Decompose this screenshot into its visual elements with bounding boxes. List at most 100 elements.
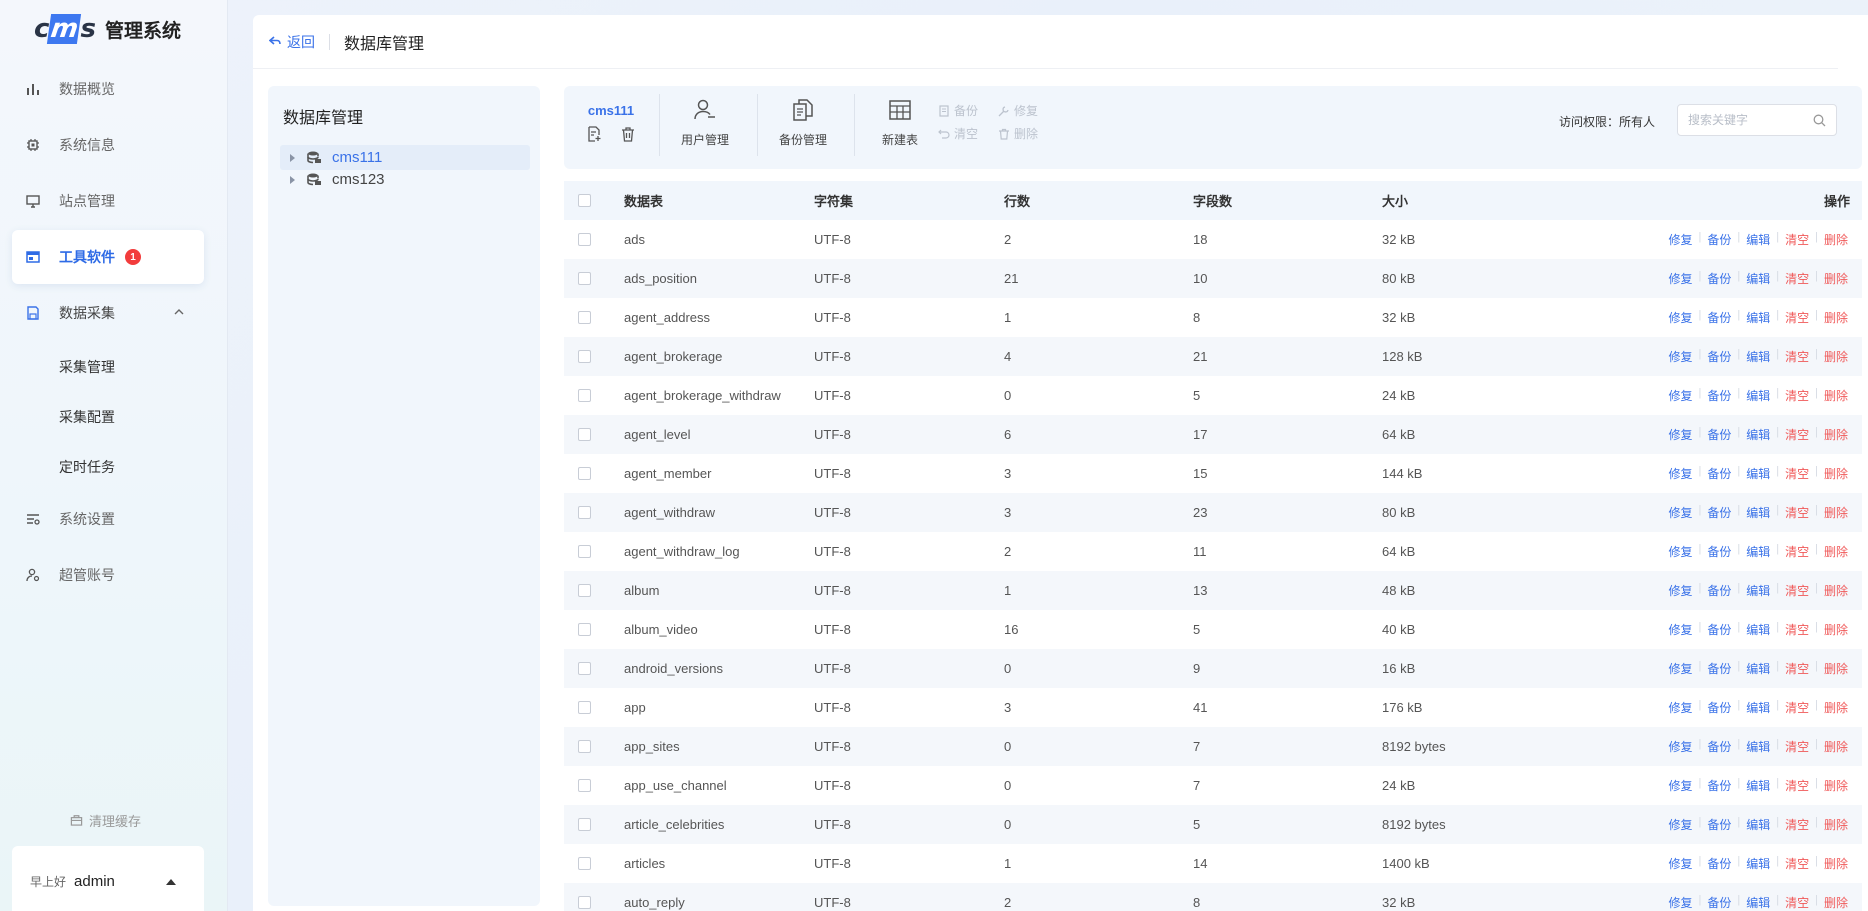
clear-link[interactable]: 清空 <box>1785 777 1809 794</box>
row-checkbox[interactable] <box>578 428 591 441</box>
repair-link[interactable]: 修复 <box>1668 309 1692 326</box>
clear-link[interactable]: 清空 <box>1785 231 1809 248</box>
delete-link[interactable]: 删除 <box>1824 699 1848 716</box>
clear-link[interactable]: 清空 <box>1785 660 1809 677</box>
delete-link[interactable]: 删除 <box>1824 426 1848 443</box>
backup-link[interactable]: 备份 <box>1707 738 1731 755</box>
edit-link[interactable]: 编辑 <box>1746 738 1770 755</box>
sidebar-item-super-admin[interactable]: 超管账号 <box>12 548 204 602</box>
sidebar-item-tools[interactable]: 工具软件 1 <box>12 230 204 284</box>
row-checkbox[interactable] <box>578 545 591 558</box>
sidebar-item-system-info[interactable]: 系统信息 <box>12 118 204 172</box>
sidebar-subitem-scheduled-tasks[interactable]: 定时任务 <box>12 442 204 492</box>
sidebar-subitem-collection-config[interactable]: 采集配置 <box>12 392 204 442</box>
select-all-checkbox[interactable] <box>578 194 591 207</box>
row-checkbox[interactable] <box>578 584 591 597</box>
clear-link[interactable]: 清空 <box>1785 582 1809 599</box>
sidebar-subitem-collection-mgmt[interactable]: 采集管理 <box>12 342 204 392</box>
new-table-button[interactable]: 新建表 <box>864 97 936 148</box>
search-box[interactable] <box>1677 104 1837 136</box>
edit-link[interactable]: 编辑 <box>1746 816 1770 833</box>
backup-link[interactable]: 备份 <box>1707 816 1731 833</box>
repair-link[interactable]: 修复 <box>1668 660 1692 677</box>
delete-link[interactable]: 删除 <box>1824 309 1848 326</box>
clear-link[interactable]: 清空 <box>1785 309 1809 326</box>
clear-button-disabled[interactable]: 清空 <box>938 125 978 142</box>
trash-icon[interactable] <box>620 126 636 145</box>
repair-link[interactable]: 修复 <box>1668 231 1692 248</box>
delete-link[interactable]: 删除 <box>1824 582 1848 599</box>
sidebar-item-site-mgmt[interactable]: 站点管理 <box>12 174 204 228</box>
delete-link[interactable]: 删除 <box>1824 270 1848 287</box>
row-checkbox[interactable] <box>578 350 591 363</box>
row-checkbox[interactable] <box>578 779 591 792</box>
delete-link[interactable]: 删除 <box>1824 660 1848 677</box>
edit-link[interactable]: 编辑 <box>1746 348 1770 365</box>
delete-link[interactable]: 删除 <box>1824 504 1848 521</box>
backup-link[interactable]: 备份 <box>1707 309 1731 326</box>
back-button[interactable]: 返回 <box>268 32 315 52</box>
backup-link[interactable]: 备份 <box>1707 270 1731 287</box>
user-management-button[interactable]: 用户管理 <box>669 97 741 148</box>
edit-link[interactable]: 编辑 <box>1746 465 1770 482</box>
clear-link[interactable]: 清空 <box>1785 855 1809 872</box>
delete-link[interactable]: 删除 <box>1824 231 1848 248</box>
backup-link[interactable]: 备份 <box>1707 855 1731 872</box>
caret-right-icon[interactable] <box>290 153 295 162</box>
clear-link[interactable]: 清空 <box>1785 348 1809 365</box>
row-checkbox[interactable] <box>578 272 591 285</box>
row-checkbox[interactable] <box>578 233 591 246</box>
backup-link[interactable]: 备份 <box>1707 348 1731 365</box>
edit-link[interactable]: 编辑 <box>1746 582 1770 599</box>
sidebar-item-data-overview[interactable]: 数据概览 <box>12 62 204 116</box>
repair-button-disabled[interactable]: 修复 <box>998 102 1038 119</box>
backup-link[interactable]: 备份 <box>1707 777 1731 794</box>
edit-link[interactable]: 编辑 <box>1746 894 1770 911</box>
delete-link[interactable]: 删除 <box>1824 777 1848 794</box>
row-checkbox[interactable] <box>578 896 591 909</box>
clear-link[interactable]: 清空 <box>1785 543 1809 560</box>
backup-link[interactable]: 备份 <box>1707 543 1731 560</box>
edit-link[interactable]: 编辑 <box>1746 699 1770 716</box>
clear-link[interactable]: 清空 <box>1785 270 1809 287</box>
clear-link[interactable]: 清空 <box>1785 699 1809 716</box>
row-checkbox[interactable] <box>578 311 591 324</box>
delete-link[interactable]: 删除 <box>1824 816 1848 833</box>
search-input[interactable] <box>1688 113 1808 127</box>
delete-link[interactable]: 删除 <box>1824 738 1848 755</box>
edit-link[interactable]: 编辑 <box>1746 504 1770 521</box>
backup-link[interactable]: 备份 <box>1707 621 1731 638</box>
clear-link[interactable]: 清空 <box>1785 504 1809 521</box>
backup-link[interactable]: 备份 <box>1707 426 1731 443</box>
delete-button-disabled[interactable]: 删除 <box>998 125 1038 142</box>
edit-link[interactable]: 编辑 <box>1746 621 1770 638</box>
row-checkbox[interactable] <box>578 389 591 402</box>
edit-link[interactable]: 编辑 <box>1746 855 1770 872</box>
repair-link[interactable]: 修复 <box>1668 543 1692 560</box>
backup-button-disabled[interactable]: 备份 <box>938 102 978 119</box>
backup-link[interactable]: 备份 <box>1707 699 1731 716</box>
repair-link[interactable]: 修复 <box>1668 738 1692 755</box>
repair-link[interactable]: 修复 <box>1668 816 1692 833</box>
backup-link[interactable]: 备份 <box>1707 504 1731 521</box>
repair-link[interactable]: 修复 <box>1668 777 1692 794</box>
repair-link[interactable]: 修复 <box>1668 270 1692 287</box>
user-menu[interactable]: 早上好 admin <box>12 846 204 911</box>
clear-link[interactable]: 清空 <box>1785 894 1809 911</box>
caret-right-icon[interactable] <box>290 175 295 184</box>
repair-link[interactable]: 修复 <box>1668 348 1692 365</box>
edit-link[interactable]: 编辑 <box>1746 426 1770 443</box>
clear-link[interactable]: 清空 <box>1785 387 1809 404</box>
backup-link[interactable]: 备份 <box>1707 387 1731 404</box>
delete-link[interactable]: 删除 <box>1824 621 1848 638</box>
repair-link[interactable]: 修复 <box>1668 387 1692 404</box>
repair-link[interactable]: 修复 <box>1668 582 1692 599</box>
add-file-icon[interactable] <box>586 126 602 145</box>
delete-link[interactable]: 删除 <box>1824 387 1848 404</box>
repair-link[interactable]: 修复 <box>1668 699 1692 716</box>
edit-link[interactable]: 编辑 <box>1746 231 1770 248</box>
clear-link[interactable]: 清空 <box>1785 465 1809 482</box>
repair-link[interactable]: 修复 <box>1668 504 1692 521</box>
clear-link[interactable]: 清空 <box>1785 426 1809 443</box>
edit-link[interactable]: 编辑 <box>1746 387 1770 404</box>
